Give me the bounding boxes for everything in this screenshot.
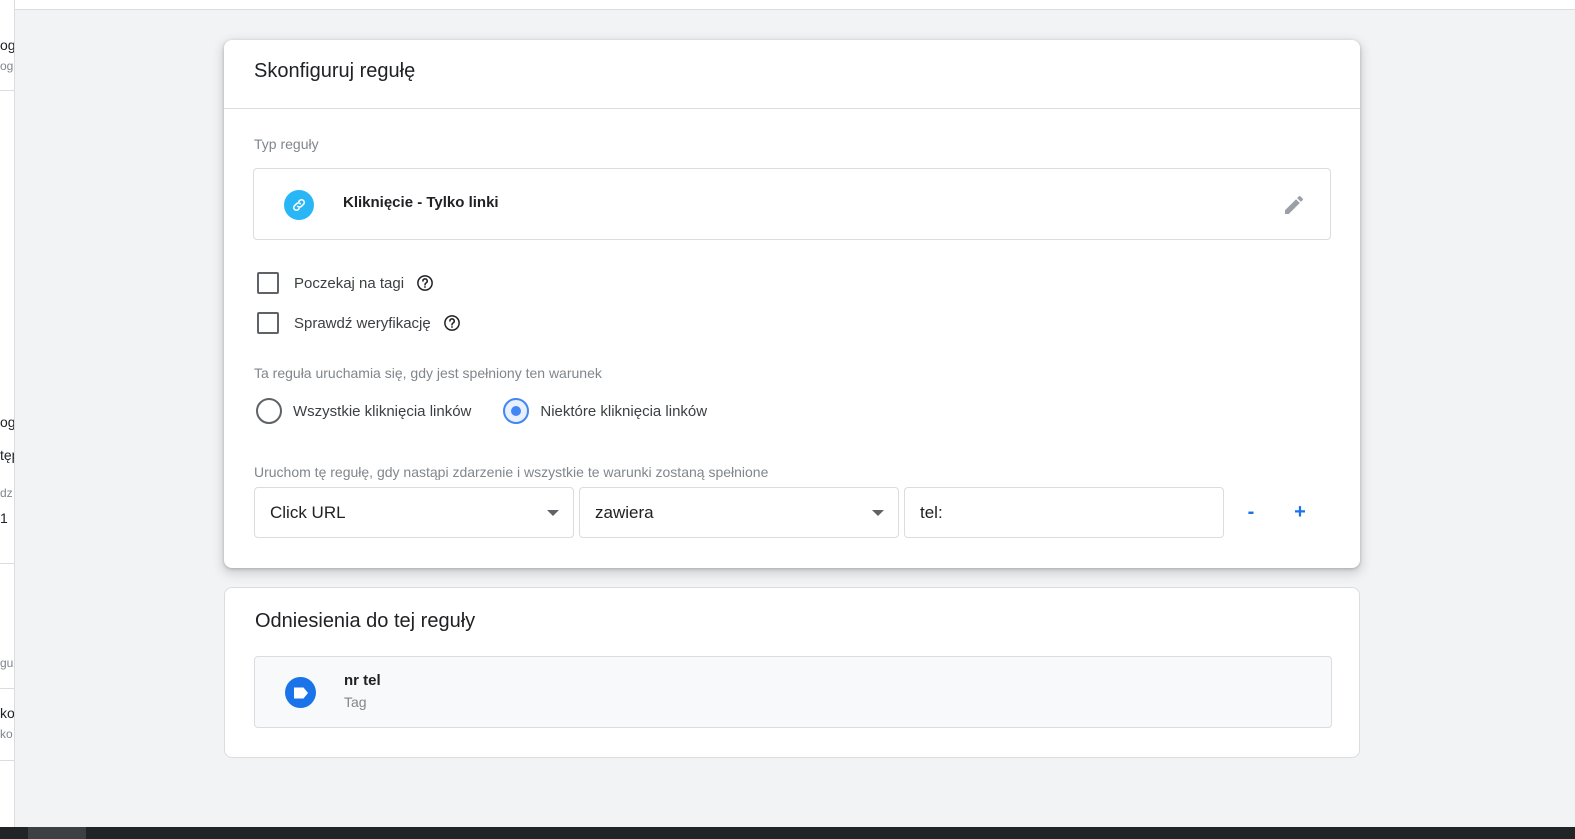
- link-icon: [284, 190, 314, 220]
- wait-for-tags-checkbox[interactable]: [257, 272, 279, 294]
- help-icon[interactable]: [443, 314, 461, 332]
- references-card: Odniesienia do tej reguły nr tel Tag: [224, 587, 1360, 758]
- operator-select-value: zawiera: [595, 502, 654, 522]
- variable-select[interactable]: Click URL: [254, 487, 574, 538]
- radio-button-selected[interactable]: [503, 398, 530, 424]
- left-panel-text: dz: [0, 486, 13, 500]
- check-validation-checkbox[interactable]: [257, 312, 279, 334]
- left-panel-divider: [0, 688, 14, 689]
- trigger-type-selector[interactable]: Kliknięcie - Tylko linki: [253, 168, 1331, 240]
- trigger-type-name: Kliknięcie - Tylko linki: [343, 194, 499, 211]
- trigger-config-card: Skonfiguruj regułę Typ reguły Kliknięcie…: [224, 40, 1360, 568]
- left-panel-text: ogl: [0, 59, 15, 73]
- left-side-panel: og ogl ogl tęp dz 1 gu ko ko: [0, 0, 15, 839]
- top-bar: [15, 0, 1575, 10]
- taskbar-item[interactable]: [28, 827, 86, 839]
- pencil-icon[interactable]: [1280, 191, 1308, 219]
- operator-select[interactable]: zawiera: [579, 487, 899, 538]
- reference-type: Tag: [344, 694, 367, 710]
- fires-on-radio-group: Wszystkie kliknięcia linków Niektóre kli…: [256, 398, 739, 424]
- variable-select-value: Click URL: [270, 502, 346, 522]
- wait-for-tags-row: Poczekaj na tagi: [257, 272, 434, 294]
- fires-on-label: Ta reguła uruchamia się, gdy jest spełni…: [254, 365, 602, 381]
- left-panel-text: ko: [0, 727, 13, 741]
- card-title: Skonfiguruj regułę: [254, 60, 416, 82]
- left-panel-text: gu: [0, 656, 14, 670]
- left-panel-text: ko: [0, 705, 15, 721]
- tag-icon: [285, 677, 316, 708]
- left-panel-text: 1: [0, 510, 8, 526]
- check-validation-row: Sprawdź weryfikację: [257, 312, 461, 334]
- left-panel-text: tęp: [0, 447, 14, 463]
- reference-name: nr tel: [344, 672, 381, 689]
- references-title: Odniesienia do tej reguły: [255, 610, 476, 632]
- left-panel-divider: [0, 760, 14, 761]
- dropdown-arrow-icon: [547, 510, 559, 516]
- condition-value-input[interactable]: tel:: [904, 487, 1224, 538]
- radio-all-link-clicks[interactable]: Wszystkie kliknięcia linków: [256, 398, 471, 424]
- help-icon[interactable]: [416, 274, 434, 292]
- trigger-type-label: Typ reguły: [254, 136, 319, 152]
- left-panel-divider: [0, 563, 14, 564]
- radio-button[interactable]: [256, 398, 282, 424]
- remove-condition-button[interactable]: -: [1236, 497, 1266, 527]
- dropdown-arrow-icon: [872, 510, 884, 516]
- condition-row: Click URL zawiera tel: - +: [254, 487, 1334, 538]
- condition-value-text: tel:: [920, 502, 943, 522]
- radio-label: Wszystkie kliknięcia linków: [293, 402, 472, 420]
- check-validation-label: Sprawdź weryfikację: [294, 314, 431, 332]
- add-condition-button[interactable]: +: [1285, 497, 1315, 527]
- left-panel-text: og: [0, 37, 15, 53]
- card-header: Skonfiguruj regułę: [224, 40, 1360, 109]
- condition-label: Uruchom tę regułę, gdy nastąpi zdarzenie…: [254, 464, 769, 480]
- left-panel-divider: [0, 90, 14, 91]
- radio-label: Niektóre kliknięcia linków: [540, 402, 708, 420]
- wait-for-tags-label: Poczekaj na tagi: [294, 274, 405, 292]
- taskbar: [0, 827, 1575, 839]
- reference-item[interactable]: nr tel Tag: [254, 656, 1332, 728]
- radio-some-link-clicks[interactable]: Niektóre kliknięcia linków: [503, 398, 707, 424]
- left-panel-text: ogl: [0, 414, 15, 430]
